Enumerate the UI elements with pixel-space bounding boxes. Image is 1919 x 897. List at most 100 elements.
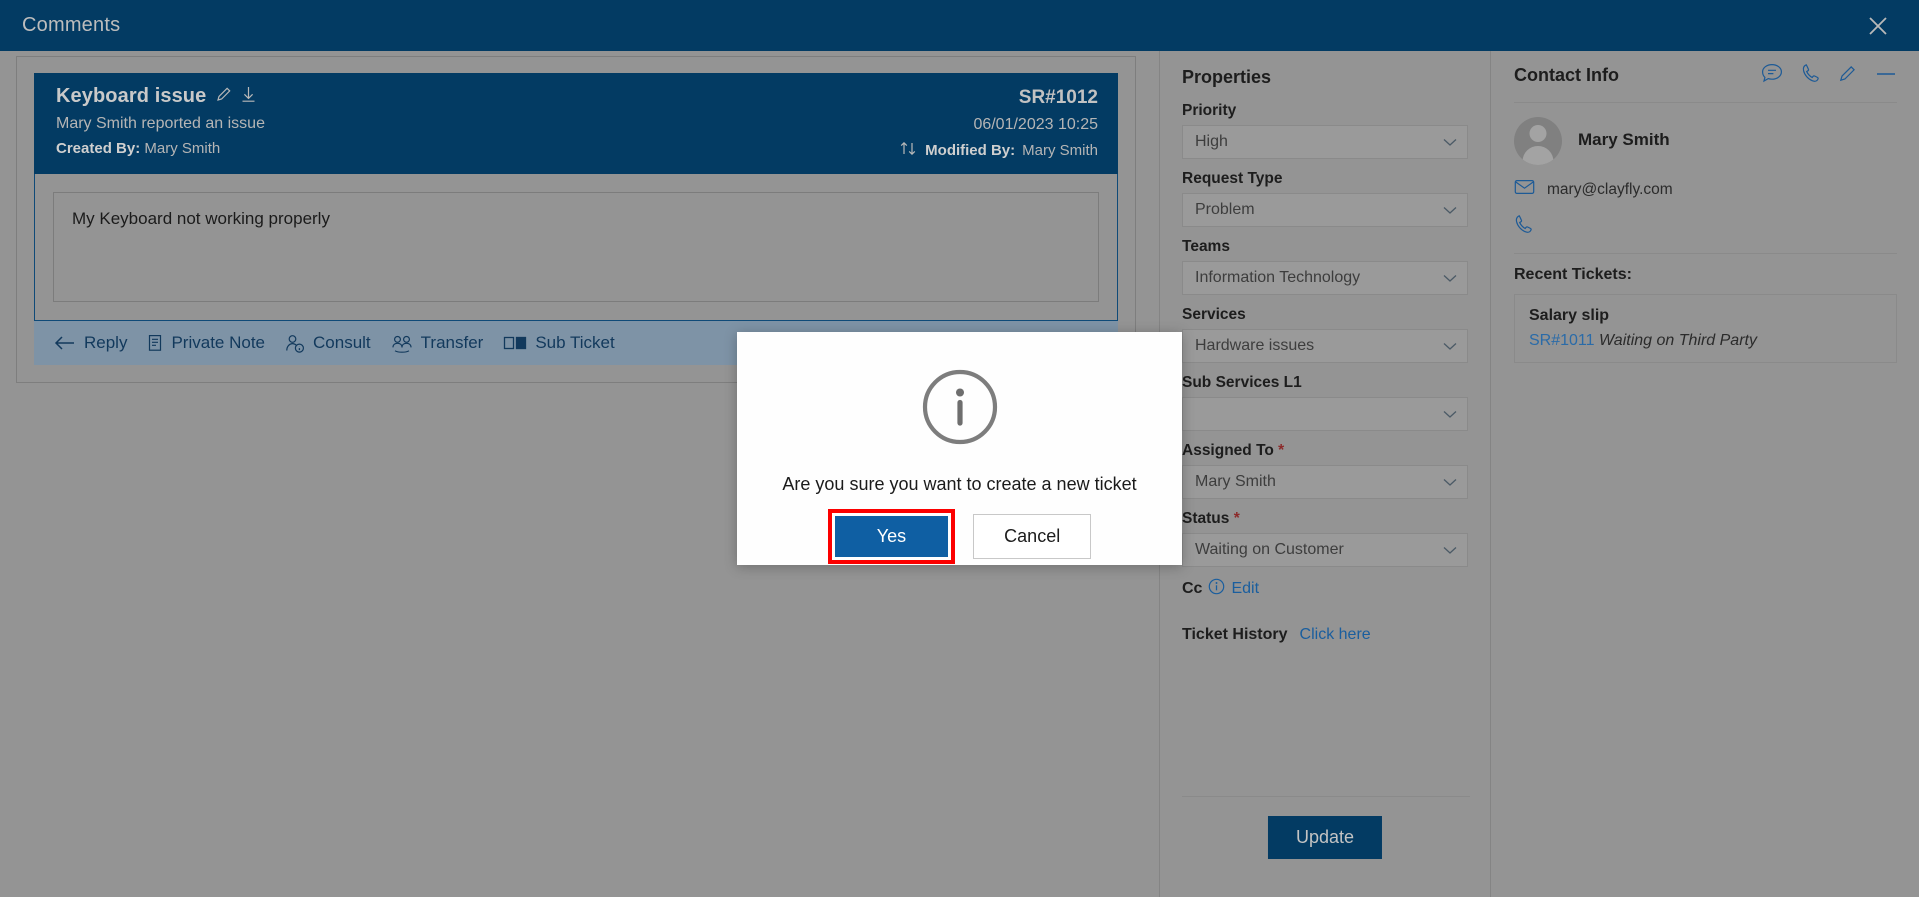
page-body: Keyboard issue Mary Smith reported an is… [0, 51, 1919, 897]
contact-info-heading: Contact Info [1514, 65, 1619, 85]
phone-icon [1514, 214, 1533, 239]
transfer-label: Transfer [420, 333, 484, 352]
cc-row: Cc Edit [1182, 578, 1468, 600]
modified-by-label: Modified By: [925, 142, 1016, 159]
ticket-datetime: 06/01/2023 10:25 [973, 116, 1098, 133]
recent-ticket-title: Salary slip [1529, 307, 1610, 324]
dialog-buttons: Yes Cancel [827, 509, 1092, 564]
contact-phone-row [1514, 214, 1897, 239]
chevron-down-icon [1443, 138, 1457, 146]
services-value: Hardware issues [1195, 337, 1315, 354]
status-label: Status * [1182, 510, 1240, 527]
transfer-button[interactable]: Transfer [391, 333, 484, 353]
reply-label: Reply [84, 333, 128, 352]
recent-ticket-id[interactable]: SR#1011 [1529, 332, 1595, 349]
properties-heading: Properties [1182, 67, 1272, 87]
chevron-down-icon [1443, 206, 1457, 214]
teams-select[interactable]: Information Technology [1182, 261, 1468, 295]
chevron-down-icon [1443, 410, 1457, 418]
modified-by-value: Mary Smith [1022, 142, 1098, 159]
status-value: Waiting on Customer [1195, 541, 1344, 558]
ticket-modified-by: Modified By: Mary Smith [899, 141, 1098, 160]
assigned-to-label: Assigned To * [1182, 442, 1285, 459]
chevron-down-icon [1443, 274, 1457, 282]
ticket-subject: Keyboard issue [56, 85, 207, 107]
ticket-header: Keyboard issue Mary Smith reported an is… [34, 73, 1118, 174]
page-title: Comments [22, 14, 121, 36]
contact-name: Mary Smith [1578, 130, 1670, 149]
pencil-icon[interactable] [215, 86, 232, 108]
avatar-icon [1514, 117, 1562, 165]
properties-panel: Properties Priority High Request Type Pr… [1159, 51, 1491, 897]
contact-info-panel: Contact Info Mary Smith mary@clayfly.com… [1492, 51, 1919, 897]
priority-label: Priority [1182, 102, 1237, 119]
pencil-icon[interactable] [1838, 64, 1857, 88]
ticket-history-row: Ticket History Click here [1182, 626, 1468, 644]
properties-divider [1182, 796, 1470, 797]
chevron-down-icon [1443, 546, 1457, 554]
created-by-value: Mary Smith [144, 140, 221, 157]
contact-email[interactable]: mary@clayfly.com [1547, 181, 1673, 199]
confirm-dialog: Are you sure you want to create a new ti… [737, 332, 1182, 565]
info-circle-icon[interactable] [1208, 578, 1225, 600]
priority-select[interactable]: High [1182, 125, 1468, 159]
confirm-highlight: Yes [827, 509, 956, 564]
yes-button[interactable]: Yes [834, 516, 949, 557]
recent-tickets-heading: Recent Tickets: [1514, 266, 1632, 283]
services-label: Services [1182, 306, 1246, 323]
contact-person: Mary Smith [1514, 103, 1897, 165]
ticket-reported-line: Mary Smith reported an issue [56, 115, 265, 132]
request-type-label: Request Type [1182, 170, 1283, 187]
sub-ticket-label: Sub Ticket [535, 333, 615, 352]
consult-button[interactable]: Consult [285, 333, 371, 353]
assigned-to-value: Mary Smith [1195, 473, 1276, 490]
cc-label: Cc [1182, 580, 1203, 597]
download-icon[interactable] [241, 86, 256, 108]
contact-email-row: mary@clayfly.com [1514, 179, 1897, 200]
ticket-sr-number: SR#1012 [1018, 87, 1098, 108]
priority-value: High [1195, 133, 1228, 150]
private-note-button[interactable]: Private Note [147, 333, 265, 353]
cancel-button[interactable]: Cancel [973, 514, 1092, 559]
recent-ticket-status: Waiting on Third Party [1598, 332, 1757, 349]
request-type-select[interactable]: Problem [1182, 193, 1468, 227]
consult-label: Consult [313, 333, 371, 352]
mail-icon [1514, 179, 1535, 200]
update-button[interactable]: Update [1267, 816, 1383, 859]
cc-edit-link[interactable]: Edit [1231, 580, 1259, 598]
list-item[interactable]: Salary slip SR#1011 Waiting on Third Par… [1514, 294, 1897, 363]
chevron-down-icon [1443, 342, 1457, 350]
created-by-label: Created By: [56, 140, 141, 157]
avatar-head [1529, 125, 1547, 142]
phone-icon[interactable] [1801, 63, 1820, 88]
ticket-history-link[interactable]: Click here [1300, 626, 1371, 644]
services-select[interactable]: Hardware issues [1182, 329, 1468, 363]
sub-services-l1-select[interactable] [1182, 397, 1468, 431]
info-circle-icon [918, 365, 1002, 454]
required-asterisk: * [1233, 510, 1240, 527]
minimize-icon[interactable] [1875, 67, 1897, 85]
ticket-history-label: Ticket History [1182, 626, 1288, 643]
confirm-message: Are you sure you want to create a new ti… [782, 474, 1137, 494]
private-note-label: Private Note [171, 333, 266, 352]
teams-value: Information Technology [1195, 269, 1361, 286]
chevron-down-icon [1443, 478, 1457, 486]
reply-button[interactable]: Reply [54, 333, 127, 353]
sub-services-l1-label: Sub Services L1 [1182, 374, 1302, 391]
comment-text: My Keyboard not working properly [53, 192, 1099, 302]
status-select[interactable]: Waiting on Customer [1182, 533, 1468, 567]
recent-ticket-meta: SR#1011 Waiting on Third Party [1529, 332, 1882, 350]
request-type-value: Problem [1195, 201, 1255, 218]
ticket-body: My Keyboard not working properly [34, 174, 1118, 321]
chat-icon[interactable] [1761, 63, 1783, 88]
assigned-to-select[interactable]: Mary Smith [1182, 465, 1468, 499]
teams-label: Teams [1182, 238, 1230, 255]
sort-updown-icon[interactable] [899, 141, 918, 160]
close-icon[interactable] [1861, 9, 1895, 43]
sub-ticket-button[interactable]: Sub Ticket [503, 333, 615, 353]
avatar-body [1522, 146, 1554, 165]
contact-divider [1514, 253, 1897, 254]
window-titlebar: Comments [0, 0, 1919, 51]
ticket-created-by: Created By: Mary Smith [56, 140, 265, 157]
